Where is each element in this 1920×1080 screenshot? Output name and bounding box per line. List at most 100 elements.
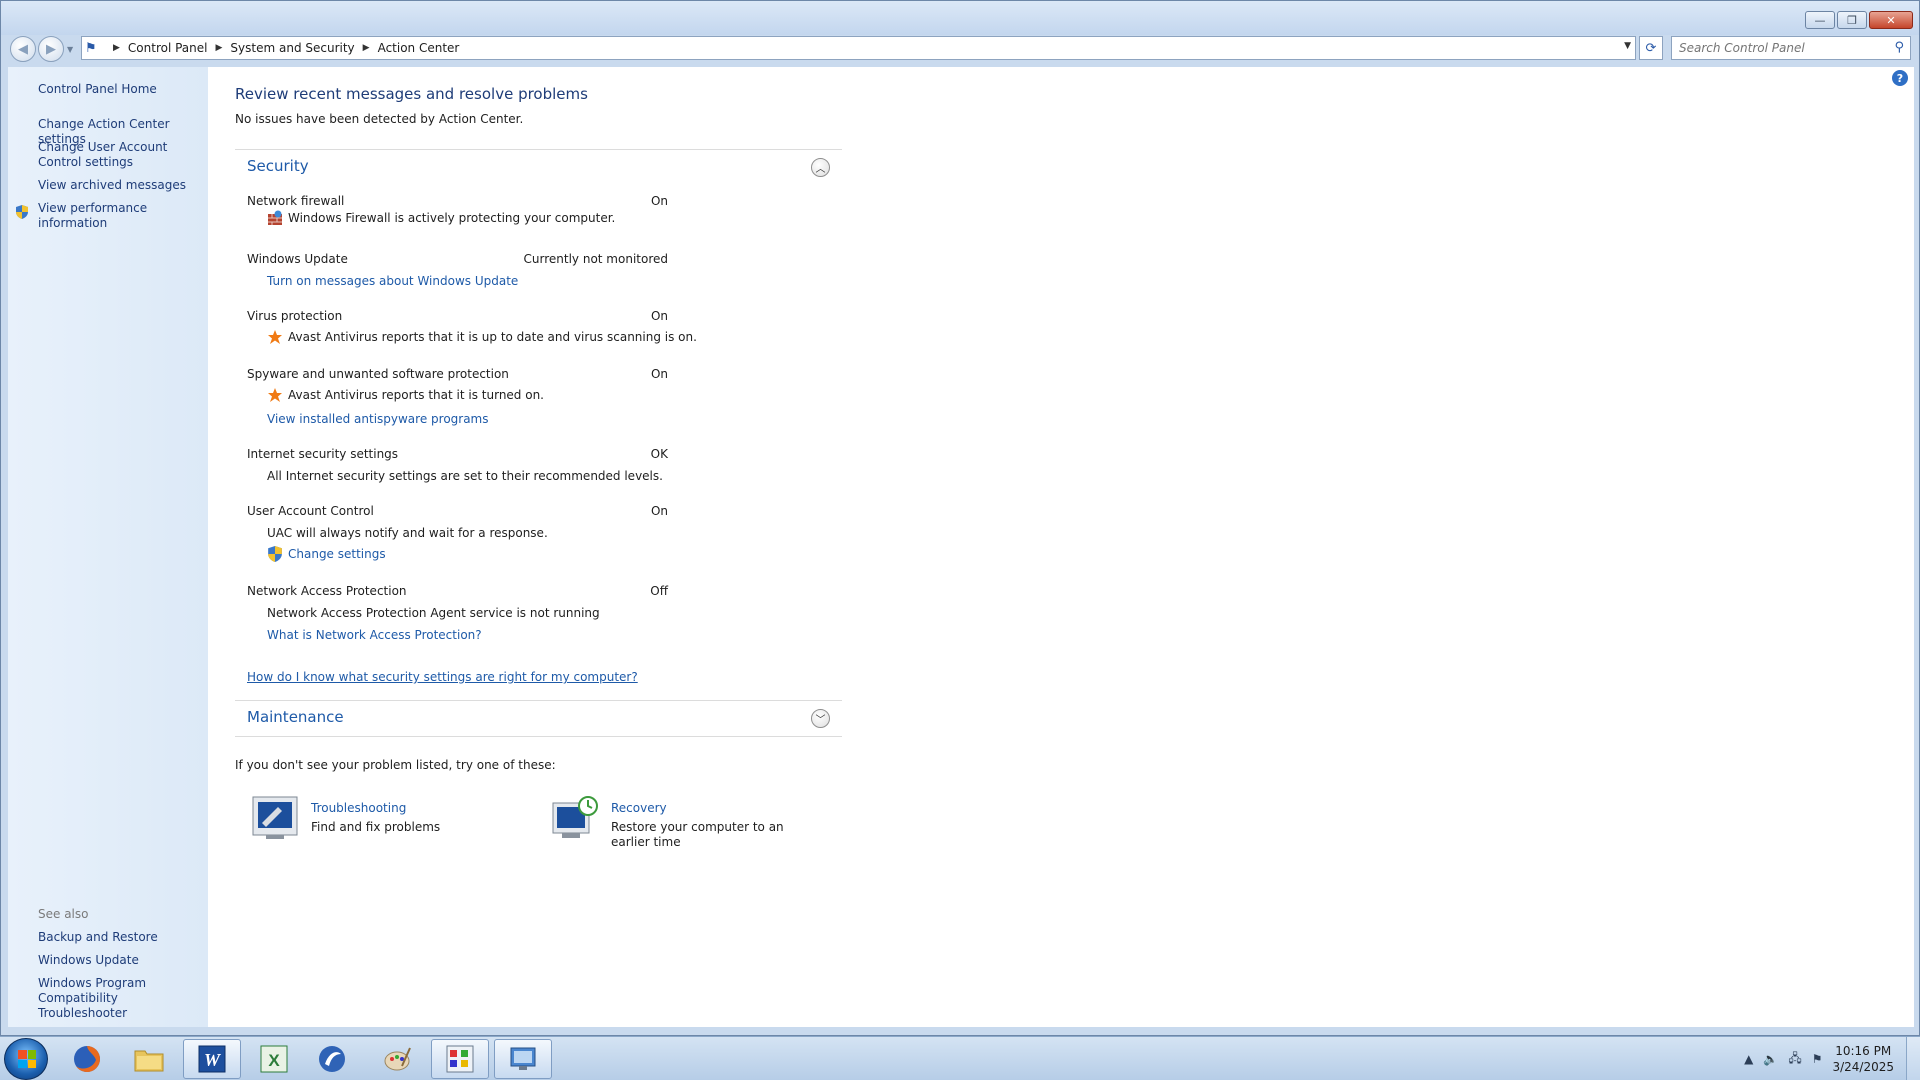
divider — [235, 736, 842, 737]
action-center-window: — ❐ ✕ ◀ ▶ ▼ ⚑ ▶ Control Panel ▶ System a… — [0, 0, 1920, 1036]
virus-protection-description: Avast Antivirus reports that it is up to… — [267, 329, 697, 345]
divider — [235, 149, 842, 150]
sidebar-change-uac-settings[interactable]: Change User Account Control settings — [38, 140, 208, 170]
nap-description: Network Access Protection Agent service … — [267, 606, 600, 620]
refresh-button[interactable]: ⟳ — [1639, 36, 1663, 60]
volume-icon[interactable]: 🔈 — [1763, 1052, 1778, 1066]
collapse-security-button[interactable]: ︿ — [811, 158, 830, 177]
address-dropdown-icon[interactable]: ▼ — [1624, 41, 1631, 51]
minimize-button[interactable]: — — [1805, 11, 1835, 29]
taskbar-steam[interactable] — [303, 1039, 361, 1079]
status-summary: No issues have been detected by Action C… — [235, 112, 524, 126]
close-button[interactable]: ✕ — [1869, 11, 1913, 29]
start-button[interactable] — [4, 1038, 48, 1080]
virus-protection-description-text: Avast Antivirus reports that it is up to… — [288, 330, 697, 344]
uac-status: On — [650, 504, 668, 518]
security-section-title[interactable]: Security — [247, 157, 309, 175]
system-tray: ▲ 🔈 🖧 ⚑ 10:16 PM 3/24/2025 — [1744, 1037, 1894, 1080]
file-explorer-icon — [134, 1050, 164, 1072]
uac-shield-icon — [268, 546, 282, 562]
show-desktop-button[interactable] — [1906, 1037, 1920, 1080]
search-icon[interactable]: ⚲ — [1894, 40, 1904, 55]
paint-icon — [384, 1047, 411, 1071]
taskbar-excel[interactable]: X — [245, 1039, 303, 1079]
page-title: Review recent messages and resolve probl… — [235, 85, 588, 103]
navigation-bar: ◀ ▶ ▼ ⚑ ▶ Control Panel ▶ System and Sec… — [1, 35, 1919, 67]
recovery-description: Restore your computer to an earlier time — [611, 820, 784, 849]
taskbar: W X ▲ 🔈 🖧 ⚑ 10:16 PM 3/24/2025 — [0, 1036, 1920, 1080]
spyware-protection-description: Avast Antivirus reports that it is turne… — [267, 387, 544, 403]
see-also-windows-update[interactable]: Windows Update — [38, 953, 139, 968]
sidebar-view-archived-messages[interactable]: View archived messages — [38, 178, 186, 193]
taskbar-paint[interactable] — [368, 1039, 426, 1079]
firewall-description: Windows Firewall is actively protecting … — [267, 210, 615, 226]
chevron-up-icon: ︿ — [815, 164, 826, 175]
clock-time: 10:16 PM — [1835, 1044, 1892, 1058]
uac-change-settings-text[interactable]: Change settings — [288, 547, 386, 561]
breadcrumb-control-panel[interactable]: Control Panel — [128, 41, 208, 55]
windows-update-status: Currently not monitored — [523, 252, 668, 266]
turn-on-windows-update-messages-link[interactable]: Turn on messages about Windows Update — [267, 274, 518, 288]
expand-maintenance-button[interactable]: ﹀ — [811, 709, 830, 728]
breadcrumb-action-center[interactable]: Action Center — [378, 41, 460, 55]
action-center-flag-icon: ⚑ — [85, 40, 97, 56]
recovery-tile[interactable]: Recovery Restore your computer to an ear… — [552, 795, 822, 850]
firewall-status: On — [650, 194, 668, 208]
spyware-protection-status: On — [650, 367, 668, 381]
show-hidden-icons-icon[interactable]: ▲ — [1744, 1052, 1753, 1066]
spyware-protection-label: Spyware and unwanted software protection — [247, 367, 509, 381]
recovery-link[interactable]: Recovery — [611, 801, 811, 815]
breadcrumb-separator-icon[interactable]: ▶ — [113, 43, 120, 53]
chevron-down-icon: ﹀ — [815, 715, 826, 726]
breadcrumb-separator-icon[interactable]: ▶ — [216, 43, 223, 53]
taskbar-file-explorer[interactable] — [120, 1039, 178, 1079]
breadcrumb-system-and-security[interactable]: System and Security — [230, 41, 354, 55]
help-icon[interactable]: ? — [1892, 70, 1908, 86]
uac-change-settings-link[interactable]: Change settings — [267, 546, 386, 562]
what-is-nap-link[interactable]: What is Network Access Protection? — [267, 628, 482, 642]
search-input[interactable] — [1679, 41, 1879, 55]
action-center-flag-icon[interactable]: ⚑ — [1812, 1052, 1823, 1066]
taskbar-firefox[interactable] — [58, 1039, 116, 1079]
sidebar-view-performance-information[interactable]: View performance information — [38, 201, 208, 231]
steam-icon — [319, 1046, 345, 1072]
nap-label: Network Access Protection — [247, 584, 407, 598]
content-area: Control Panel Home Change Action Center … — [8, 67, 1914, 1027]
windows-logo-icon — [18, 1050, 36, 1068]
back-button[interactable]: ◀ — [10, 36, 36, 62]
uac-shield-icon — [16, 205, 28, 219]
word-icon: W — [198, 1045, 226, 1073]
task-manager-icon — [446, 1045, 474, 1073]
taskbar-control-panel[interactable] — [494, 1039, 552, 1079]
maintenance-section-title[interactable]: Maintenance — [247, 708, 344, 726]
recent-pages-dropdown[interactable]: ▼ — [67, 45, 73, 54]
sidebar-control-panel-home[interactable]: Control Panel Home — [38, 82, 157, 97]
firewall-label: Network firewall — [247, 194, 345, 208]
taskbar-word[interactable]: W — [183, 1039, 241, 1079]
breadcrumb-separator-icon[interactable]: ▶ — [363, 43, 370, 53]
nap-description-text: Network Access Protection Agent service … — [267, 606, 600, 620]
sidebar: Control Panel Home Change Action Center … — [8, 67, 208, 1027]
maximize-button[interactable]: ❐ — [1837, 11, 1867, 29]
firewall-description-text: Windows Firewall is actively protecting … — [288, 211, 616, 225]
firefox-icon — [74, 1046, 100, 1072]
title-bar: — ❐ ✕ — [1, 1, 1919, 35]
clock[interactable]: 10:16 PM 3/24/2025 — [1832, 1043, 1894, 1075]
forward-button[interactable]: ▶ — [38, 36, 64, 62]
search-box[interactable]: ⚲ — [1671, 36, 1911, 60]
troubleshooting-tile[interactable]: Troubleshooting Find and fix problems — [252, 795, 522, 841]
view-antispyware-programs-link[interactable]: View installed antispyware programs — [267, 412, 489, 426]
taskbar-task-manager[interactable] — [431, 1039, 489, 1079]
address-bar[interactable]: ⚑ ▶ Control Panel ▶ System and Security … — [81, 36, 1636, 60]
see-also-compatibility-troubleshooter[interactable]: Windows Program Compatibility Troublesho… — [38, 976, 208, 1021]
uac-description-text: UAC will always notify and wait for a re… — [267, 526, 548, 540]
see-also-backup-and-restore[interactable]: Backup and Restore — [38, 930, 158, 945]
try-these-text: If you don't see your problem listed, tr… — [235, 758, 556, 772]
nap-status: Off — [650, 584, 668, 598]
control-panel-icon — [510, 1047, 536, 1070]
divider — [235, 700, 842, 701]
security-settings-help-link[interactable]: How do I know what security settings are… — [247, 670, 638, 684]
svg-text:X: X — [268, 1051, 280, 1070]
network-icon[interactable]: 🖧 — [1788, 1049, 1801, 1070]
troubleshooting-link[interactable]: Troubleshooting — [311, 801, 440, 815]
